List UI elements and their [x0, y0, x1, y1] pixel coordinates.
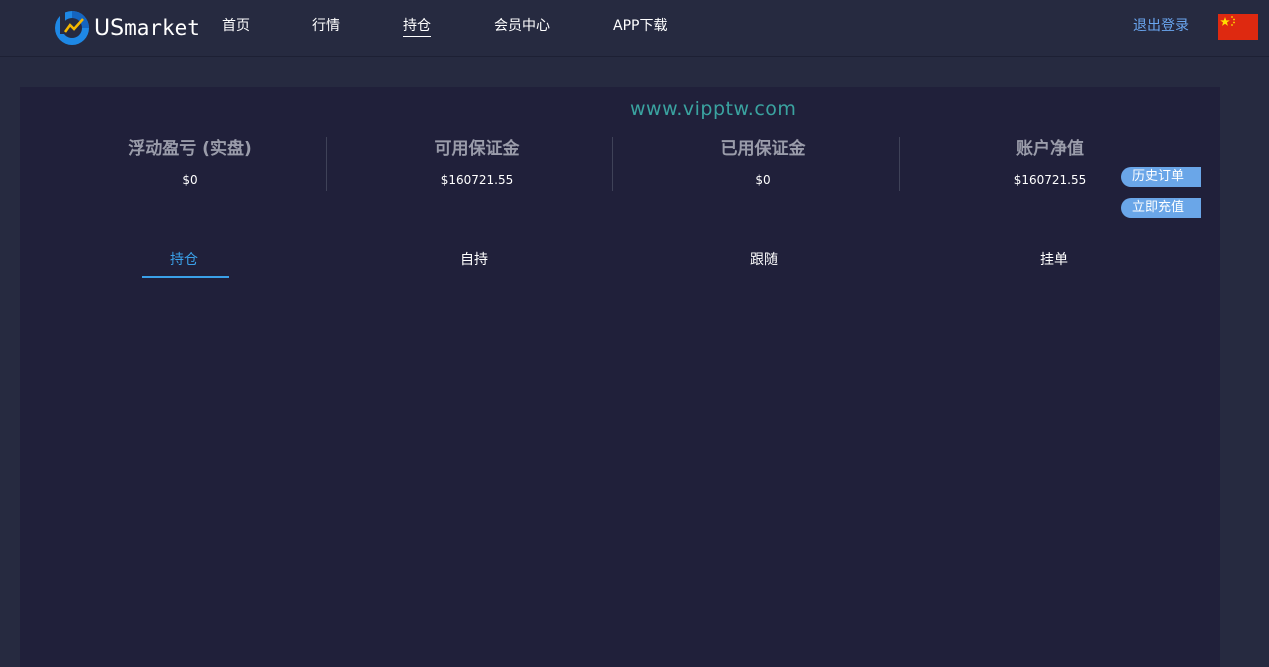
stat-value: $0: [182, 173, 198, 187]
stat-title: 账户净值: [1016, 139, 1084, 159]
history-orders-button[interactable]: 历史订单: [1121, 167, 1201, 187]
nav-member-center[interactable]: 会员中心: [494, 17, 550, 35]
active-tab-underline: [142, 276, 229, 278]
stat-used-margin: 已用保证金 $0: [653, 137, 873, 191]
flag-stars-icon: [1220, 16, 1235, 26]
nav-positions[interactable]: 持仓: [403, 17, 431, 37]
stat-title: 可用保证金: [434, 139, 520, 159]
tab-pending-orders[interactable]: 挂单: [1040, 251, 1068, 269]
stat-available-margin: 可用保证金 $160721.55: [367, 137, 587, 191]
stat-floating-pnl: 浮动盈亏 (实盘) $0: [80, 137, 300, 191]
nav-market[interactable]: 行情: [312, 17, 340, 35]
account-panel: www.vipptw.com 浮动盈亏 (实盘) $0 可用保证金 $16072…: [20, 87, 1220, 667]
logo-text: USmarket: [94, 15, 200, 41]
stat-title: 浮动盈亏 (实盘): [128, 139, 252, 159]
tab-self-held[interactable]: 自持: [460, 251, 488, 269]
nav-app-download[interactable]: APP下载: [613, 17, 667, 35]
stat-divider: [612, 137, 613, 191]
stat-divider: [326, 137, 327, 191]
tab-positions[interactable]: 持仓: [170, 251, 198, 269]
watermark-text: www.vipptw.com: [630, 98, 797, 120]
nav-home[interactable]: 首页: [222, 17, 250, 35]
stat-value: $0: [755, 173, 771, 187]
stat-divider: [899, 137, 900, 191]
recharge-button[interactable]: 立即充值: [1121, 198, 1201, 218]
logout-link[interactable]: 退出登录: [1133, 17, 1189, 35]
logo-icon: [55, 11, 89, 45]
china-flag-icon[interactable]: [1218, 14, 1258, 40]
stat-title: 已用保证金: [720, 139, 806, 159]
stat-value: $160721.55: [440, 173, 514, 187]
logo[interactable]: USmarket: [54, 10, 200, 46]
top-header: USmarket 首页 行情 持仓 会员中心 APP下载 退出登录: [0, 0, 1269, 57]
tab-follow[interactable]: 跟随: [750, 251, 778, 269]
